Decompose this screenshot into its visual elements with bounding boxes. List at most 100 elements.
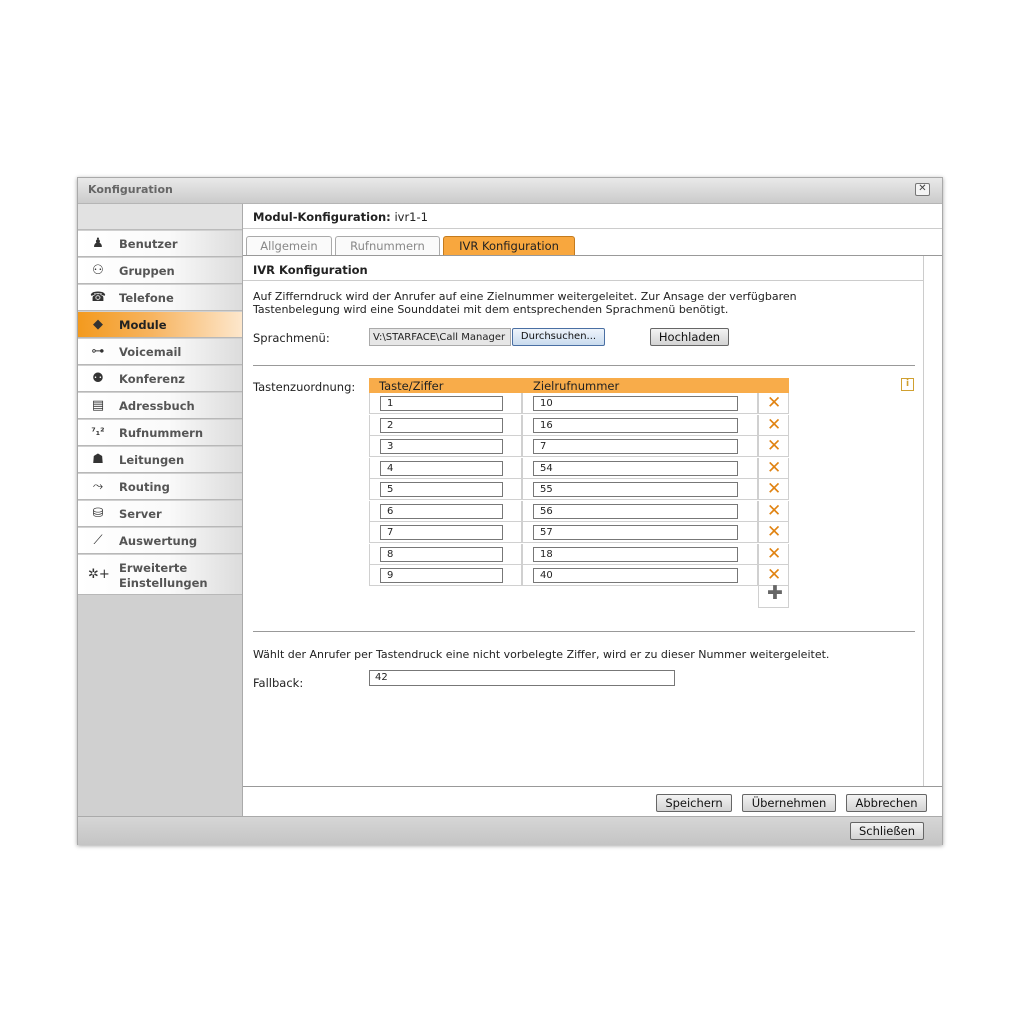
delete-cell: ✕ — [758, 436, 789, 457]
key-input[interactable]: 9 — [380, 568, 503, 583]
sidebar-item-adressbuch[interactable]: ▤ Adressbuch — [78, 393, 242, 419]
sidebar-item-label: Module — [119, 318, 167, 332]
sidebar-item-server[interactable]: ⛁ Server — [78, 501, 242, 527]
table-row: 5 55 ✕ — [369, 479, 789, 500]
delete-icon[interactable]: ✕ — [767, 415, 781, 435]
target-input[interactable]: 16 — [533, 417, 738, 433]
delete-icon[interactable]: ✕ — [767, 523, 781, 542]
sidebar-item-erweiterte-einstellungen[interactable]: ✲+ Erweiterte Einstellungen — [78, 555, 242, 595]
sidebar-item-label: Konferenz — [119, 372, 185, 386]
key-cell: 5 — [369, 479, 522, 500]
sidebar-item-gruppen[interactable]: ⚇ Gruppen — [78, 258, 242, 284]
key-input[interactable]: 3 — [380, 439, 503, 454]
main-content: Modul-Konfiguration: ivr1-1 Allgemein Ru… — [243, 204, 942, 817]
soundfile-path-field[interactable]: V:\STARFACE\Call Manager — [369, 328, 511, 346]
target-cell: 56 — [522, 500, 758, 522]
sidebar-item-voicemail[interactable]: ⊶ Voicemail — [78, 339, 242, 365]
sidebar-item-telefone[interactable]: ☎ Telefone — [78, 285, 242, 311]
sidebar-item-leitungen[interactable]: ☗ Leitungen — [78, 447, 242, 473]
module-config-header: Modul-Konfiguration: ivr1-1 — [243, 204, 942, 229]
cancel-button[interactable]: Abbrechen — [846, 794, 927, 812]
save-button[interactable]: Speichern — [656, 794, 732, 812]
key-input[interactable]: 5 — [380, 482, 503, 497]
phone-icon: ☎ — [89, 290, 107, 305]
key-input[interactable]: 1 — [380, 396, 503, 411]
sidebar-item-label: Routing — [119, 480, 170, 494]
key-cell: 2 — [369, 414, 522, 436]
upload-button[interactable]: Hochladen — [650, 328, 729, 346]
key-cell: 1 — [369, 393, 522, 414]
close-button[interactable]: Schließen — [850, 822, 924, 840]
browse-button[interactable]: Durchsuchen... — [512, 328, 605, 346]
key-cell: 4 — [369, 457, 522, 479]
key-input[interactable]: 7 — [380, 525, 503, 540]
configuration-window: Konfiguration ✕ ♟ Benutzer ⚇ Gruppen ☎ T… — [77, 177, 943, 845]
table-row: 1 10 ✕ — [369, 393, 789, 414]
column-header-key: Taste/Ziffer — [379, 379, 444, 393]
user-icon: ♟ — [92, 236, 104, 251]
ivr-title: IVR Konfiguration — [253, 263, 368, 277]
target-input[interactable]: 10 — [533, 396, 738, 411]
server-icon: ⛁ — [92, 506, 104, 521]
sidebar-item-routing[interactable]: ⤳ Routing — [78, 474, 242, 500]
addressbook-icon: ▤ — [91, 398, 105, 413]
routing-icon: ⤳ — [92, 479, 104, 494]
table-row: 4 54 ✕ — [369, 457, 789, 479]
close-icon[interactable]: ✕ — [915, 183, 930, 196]
sidebar-item-konferenz[interactable]: ⚉ Konferenz — [78, 366, 242, 392]
window-bottom-bar: Schließen — [78, 816, 942, 845]
sidebar-item-benutzer[interactable]: ♟ Benutzer — [78, 231, 242, 257]
delete-cell: ✕ — [758, 414, 789, 436]
fallback-input[interactable]: 42 — [369, 670, 675, 686]
table-row: 7 57 ✕ — [369, 522, 789, 543]
delete-icon[interactable]: ✕ — [767, 437, 781, 456]
info-icon[interactable]: i — [901, 378, 914, 391]
target-cell: 10 — [522, 393, 758, 414]
delete-icon[interactable]: ✕ — [767, 480, 781, 499]
apply-button[interactable]: Übernehmen — [742, 794, 836, 812]
sidebar-item-module[interactable]: ◆ Module — [78, 312, 242, 338]
target-cell: 54 — [522, 457, 758, 479]
key-input[interactable]: 2 — [380, 417, 503, 433]
ivr-panel: IVR Konfiguration Auf Zifferndruck wird … — [243, 256, 924, 786]
target-cell: 7 — [522, 436, 758, 457]
target-cell: 18 — [522, 543, 758, 565]
sidebar-item-label: Telefone — [119, 291, 174, 305]
delete-icon[interactable]: ✕ — [767, 458, 781, 478]
table-row: 2 16 ✕ — [369, 414, 789, 436]
target-input[interactable]: 55 — [533, 482, 738, 497]
delete-icon[interactable]: ✕ — [767, 501, 781, 521]
key-input[interactable]: 6 — [380, 503, 503, 519]
add-icon[interactable]: ✚ — [767, 584, 783, 603]
delete-icon[interactable]: ✕ — [767, 544, 781, 564]
tab-rufnummern[interactable]: Rufnummern — [335, 236, 440, 255]
target-input[interactable]: 18 — [533, 546, 738, 562]
sidebar-item-rufnummern[interactable]: ⁷₁² Rufnummern — [78, 420, 242, 446]
target-input[interactable]: 7 — [533, 439, 738, 454]
target-cell: 40 — [522, 565, 758, 586]
table-row: 8 18 ✕ — [369, 543, 789, 565]
delete-icon[interactable]: ✕ — [767, 394, 781, 413]
target-input[interactable]: 40 — [533, 568, 738, 583]
key-input[interactable]: 4 — [380, 460, 503, 476]
key-input[interactable]: 8 — [380, 546, 503, 562]
tab-ivr-konfiguration[interactable]: IVR Konfiguration — [443, 236, 575, 255]
key-mapping-label: Tastenzuordnung: — [253, 380, 356, 394]
sidebar-item-label: Adressbuch — [119, 399, 195, 413]
fallback-label: Fallback: — [253, 676, 304, 690]
key-cell: 6 — [369, 500, 522, 522]
table-row: 9 40 ✕ — [369, 565, 789, 586]
sidebar-item-auswertung[interactable]: ⟋ Auswertung — [78, 528, 242, 554]
target-input[interactable]: 54 — [533, 460, 738, 476]
table-row: 3 7 ✕ — [369, 436, 789, 457]
sprachmenu-label: Sprachmenü: — [253, 331, 330, 345]
delete-cell: ✕ — [758, 522, 789, 543]
voicemail-icon: ⊶ — [91, 344, 105, 359]
key-cell: 7 — [369, 522, 522, 543]
table-header: Taste/Ziffer Zielrufnummer — [369, 378, 789, 393]
target-input[interactable]: 57 — [533, 525, 738, 540]
target-input[interactable]: 56 — [533, 503, 738, 519]
tab-allgemein[interactable]: Allgemein — [246, 236, 332, 255]
key-cell: 8 — [369, 543, 522, 565]
divider — [253, 631, 915, 632]
